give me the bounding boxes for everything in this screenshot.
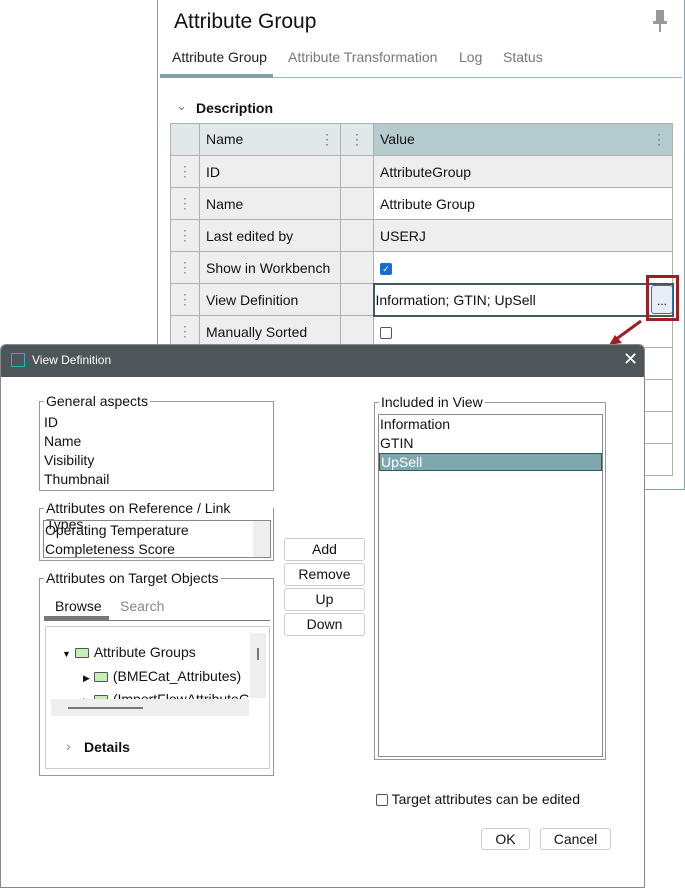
tab-browse[interactable]: Browse	[55, 598, 102, 614]
cancel-button[interactable]: Cancel	[540, 828, 611, 850]
column-name-header[interactable]: Name ⋮	[199, 123, 341, 156]
tab-attribute-transformation[interactable]: Attribute Transformation	[288, 49, 437, 65]
table-row[interactable]: ⋮ View Definition Information; GTIN; UpSel…	[170, 282, 674, 317]
tree-node[interactable]: ▶ (ImportFlowAttributeG	[83, 691, 249, 699]
section-title: Description	[196, 100, 274, 116]
pin-icon[interactable]	[653, 10, 667, 32]
dialog-title: View Definition	[32, 353, 112, 367]
active-tab-indicator	[160, 74, 273, 78]
scrollbar[interactable]	[253, 521, 270, 557]
list-item[interactable]: Visibility	[40, 451, 273, 470]
vertical-scrollbar[interactable]	[250, 633, 266, 698]
dialog-titlebar: View Definition ✕	[1, 345, 644, 377]
chevron-down-icon[interactable]: ⌄	[176, 98, 187, 114]
tab-status[interactable]: Status	[503, 49, 543, 65]
view-definition-dialog: View Definition ✕ General aspects ID Nam…	[0, 344, 645, 888]
tab-log[interactable]: Log	[459, 49, 482, 65]
attribute-tree: ▼ Attribute Groups ▶ (BMECat_Attributes)…	[45, 626, 270, 769]
ellipsis-button[interactable]: ...	[651, 285, 673, 314]
window-icon	[11, 353, 25, 367]
folder-icon	[74, 648, 89, 659]
list-item[interactable]: ID	[40, 413, 273, 432]
view-definition-field[interactable]: Information; GTIN; UpSell	[372, 282, 674, 317]
list-item-selected[interactable]: UpSell	[379, 453, 602, 471]
table-row[interactable]: ⋮ Last edited by USERJ	[170, 219, 673, 252]
list-item[interactable]: Thumbnail	[40, 470, 273, 489]
list-item[interactable]: Name	[40, 432, 273, 451]
remove-button[interactable]: Remove	[284, 563, 365, 586]
included-in-view-group: Included in View Information GTIN UpSell	[374, 394, 606, 760]
table-row[interactable]: ⋮ ID AttributeGroup	[170, 155, 673, 188]
list-item[interactable]: Operating Temperature	[44, 521, 270, 540]
list-item[interactable]: Information	[379, 415, 602, 434]
tree-node[interactable]: ▼ Attribute Groups	[62, 644, 196, 660]
down-button[interactable]: Down	[284, 613, 365, 636]
ok-button[interactable]: OK	[481, 828, 530, 850]
manually-sorted-checkbox[interactable]	[380, 327, 392, 340]
panel-title: Attribute Group	[174, 10, 317, 33]
column-menu-icon[interactable]: ⋮	[340, 123, 374, 156]
tab-attribute-group[interactable]: Attribute Group	[172, 49, 267, 65]
tab-search[interactable]: Search	[120, 598, 164, 614]
tree-node[interactable]: ▶ (BMECat_Attributes)	[83, 668, 241, 684]
table-header: Name ⋮ ⋮ Value ⋮	[170, 123, 673, 156]
table-row[interactable]: ⋮ Manually Sorted	[170, 315, 673, 348]
close-icon[interactable]: ✕	[623, 349, 638, 370]
column-value-header[interactable]: Value ⋮	[373, 123, 673, 156]
general-aspects-group: General aspects ID Name Visibility Thumb…	[39, 393, 274, 491]
reference-attributes-group: Attributes on Reference / Link Types Ope…	[39, 500, 274, 561]
target-attributes-group: Attributes on Target Objects Browse Sear…	[39, 570, 274, 776]
add-button[interactable]: Add	[284, 538, 365, 561]
list-item[interactable]: GTIN	[379, 434, 602, 453]
list-item[interactable]: Completeness Score	[44, 540, 270, 559]
folder-icon	[93, 672, 108, 683]
show-in-workbench-checkbox[interactable]: ✓	[380, 262, 392, 275]
table-row[interactable]: ⋮ Name Attribute Group	[170, 187, 673, 220]
target-editable-checkbox[interactable]: Target attributes can be edited	[376, 791, 580, 807]
included-list: Information GTIN UpSell	[378, 414, 603, 757]
horizontal-scrollbar[interactable]	[51, 699, 249, 716]
up-button[interactable]: Up	[284, 588, 365, 611]
table-row[interactable]: ⋮ Show in Workbench ✓	[170, 251, 673, 284]
chevron-right-icon[interactable]: ›	[66, 738, 71, 754]
details-section[interactable]: Details	[84, 739, 130, 755]
